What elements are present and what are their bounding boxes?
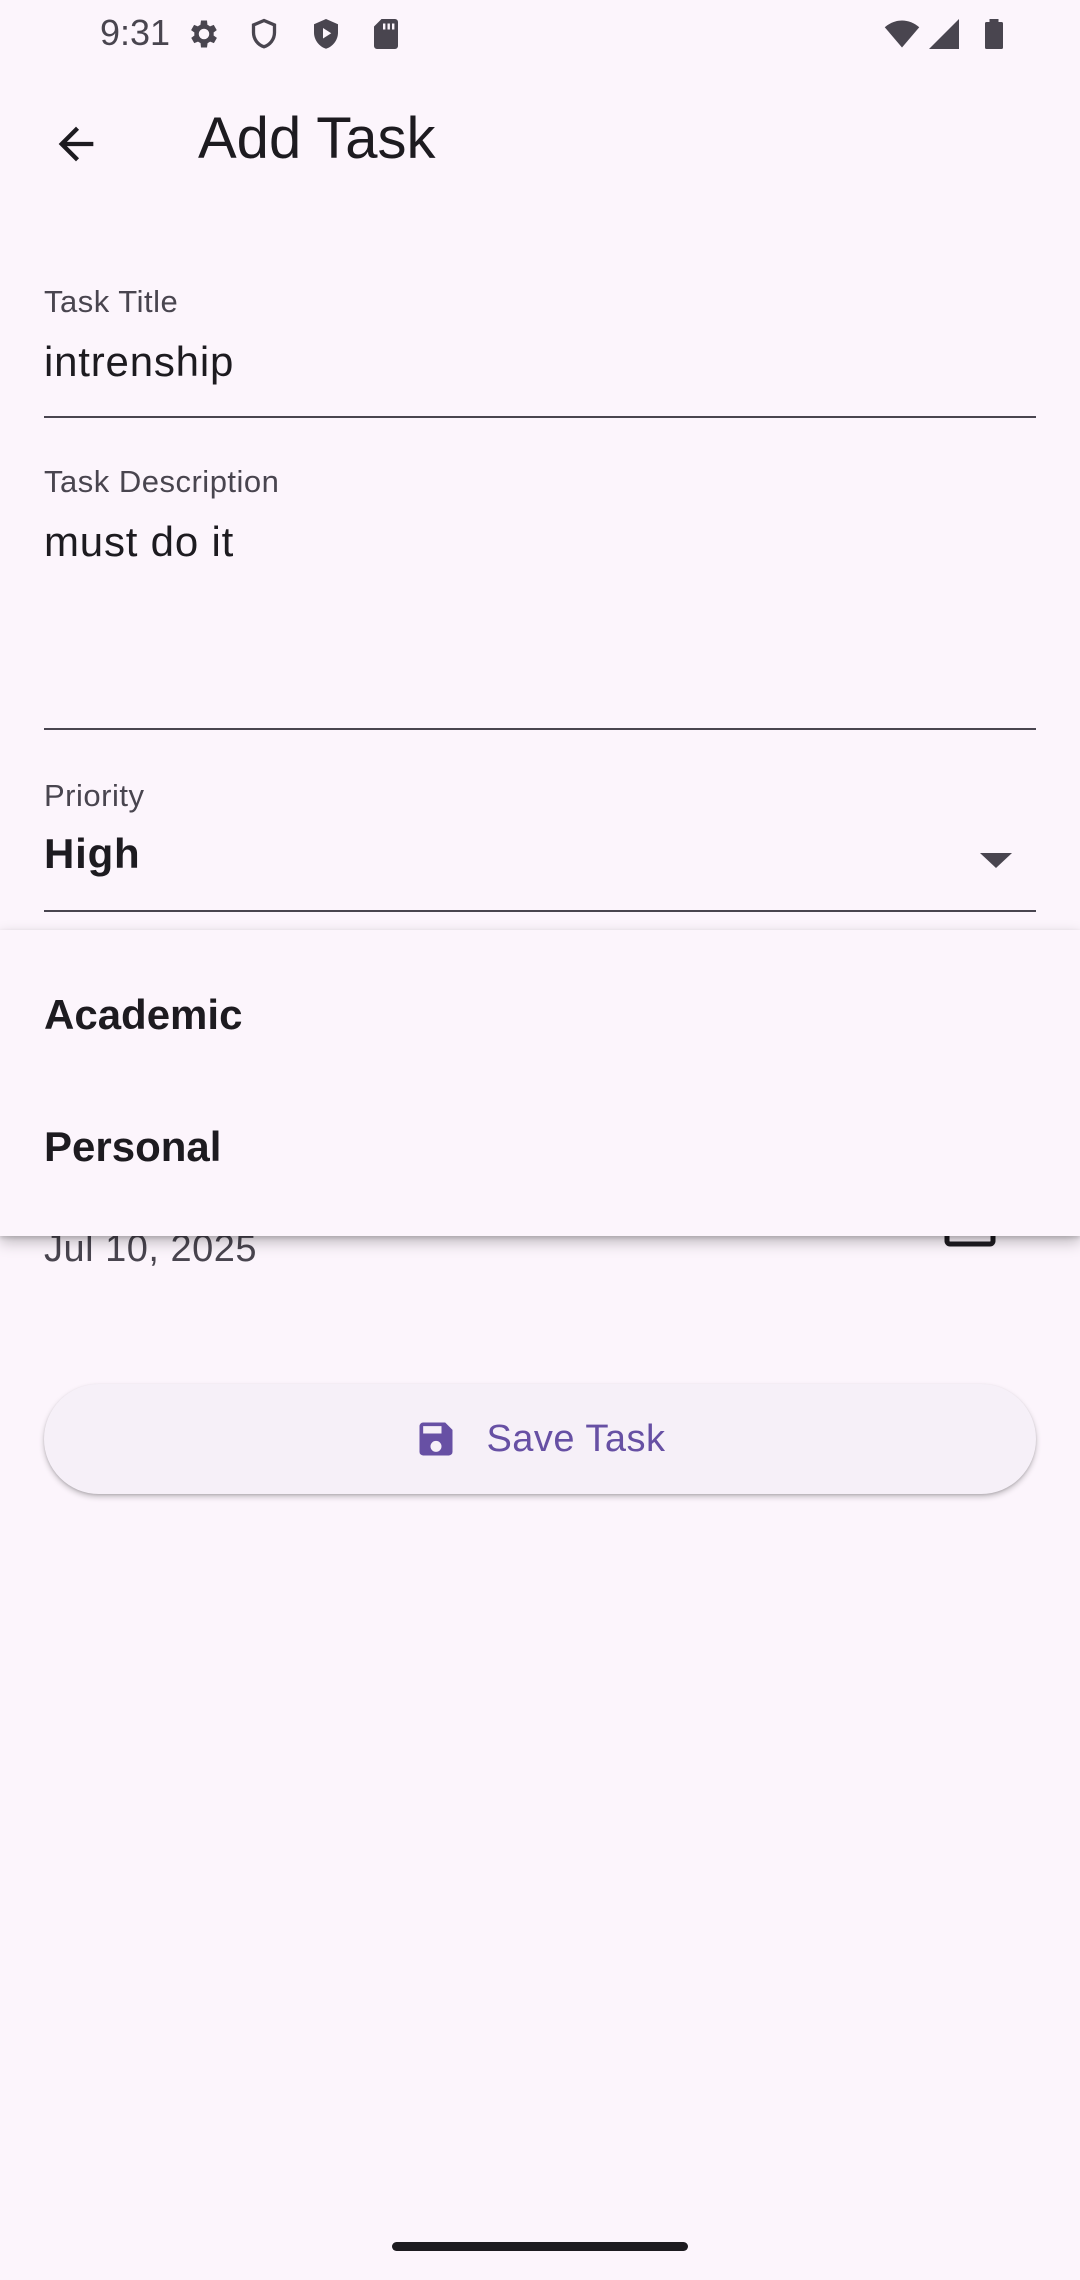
task-description-field[interactable]: Task Description must do it xyxy=(44,450,1036,730)
menu-item-academic[interactable]: Academic xyxy=(0,950,1080,1080)
status-bar: 9:31 xyxy=(0,0,1080,70)
task-title-value: intrenship xyxy=(44,338,235,385)
priority-dropdown[interactable]: Priority High xyxy=(44,764,1036,912)
screen: 9:31 Add Task Task Title intrenship Task… xyxy=(0,0,1080,2280)
navigation-handle[interactable] xyxy=(392,2242,688,2251)
play-shield-icon xyxy=(308,16,344,52)
app-bar: Add Task xyxy=(0,70,1080,212)
signal-icon xyxy=(926,16,962,52)
status-time: 9:31 xyxy=(100,12,171,53)
task-description-value: must do it xyxy=(44,518,235,565)
menu-item-personal[interactable]: Personal xyxy=(0,1082,1080,1212)
page-title: Add Task xyxy=(198,106,436,171)
save-icon xyxy=(414,1417,458,1461)
arrow-back-icon xyxy=(58,126,94,162)
back-button[interactable] xyxy=(36,104,116,184)
priority-value: High xyxy=(44,830,141,877)
gear-icon xyxy=(186,16,222,52)
wifi-icon xyxy=(884,16,920,52)
arrow-drop-down-icon xyxy=(978,850,1014,870)
category-menu: Academic Personal xyxy=(0,930,1080,1236)
task-title-label: Task Title xyxy=(44,284,179,319)
priority-label: Priority xyxy=(44,778,145,813)
battery-icon xyxy=(976,16,1012,52)
sd-card-icon xyxy=(368,16,404,52)
task-title-field[interactable]: Task Title intrenship xyxy=(44,270,1036,418)
shield-icon xyxy=(246,16,282,52)
task-description-label: Task Description xyxy=(44,464,280,499)
save-task-label: Save Task xyxy=(486,1417,666,1460)
save-task-button[interactable]: Save Task xyxy=(44,1384,1036,1494)
